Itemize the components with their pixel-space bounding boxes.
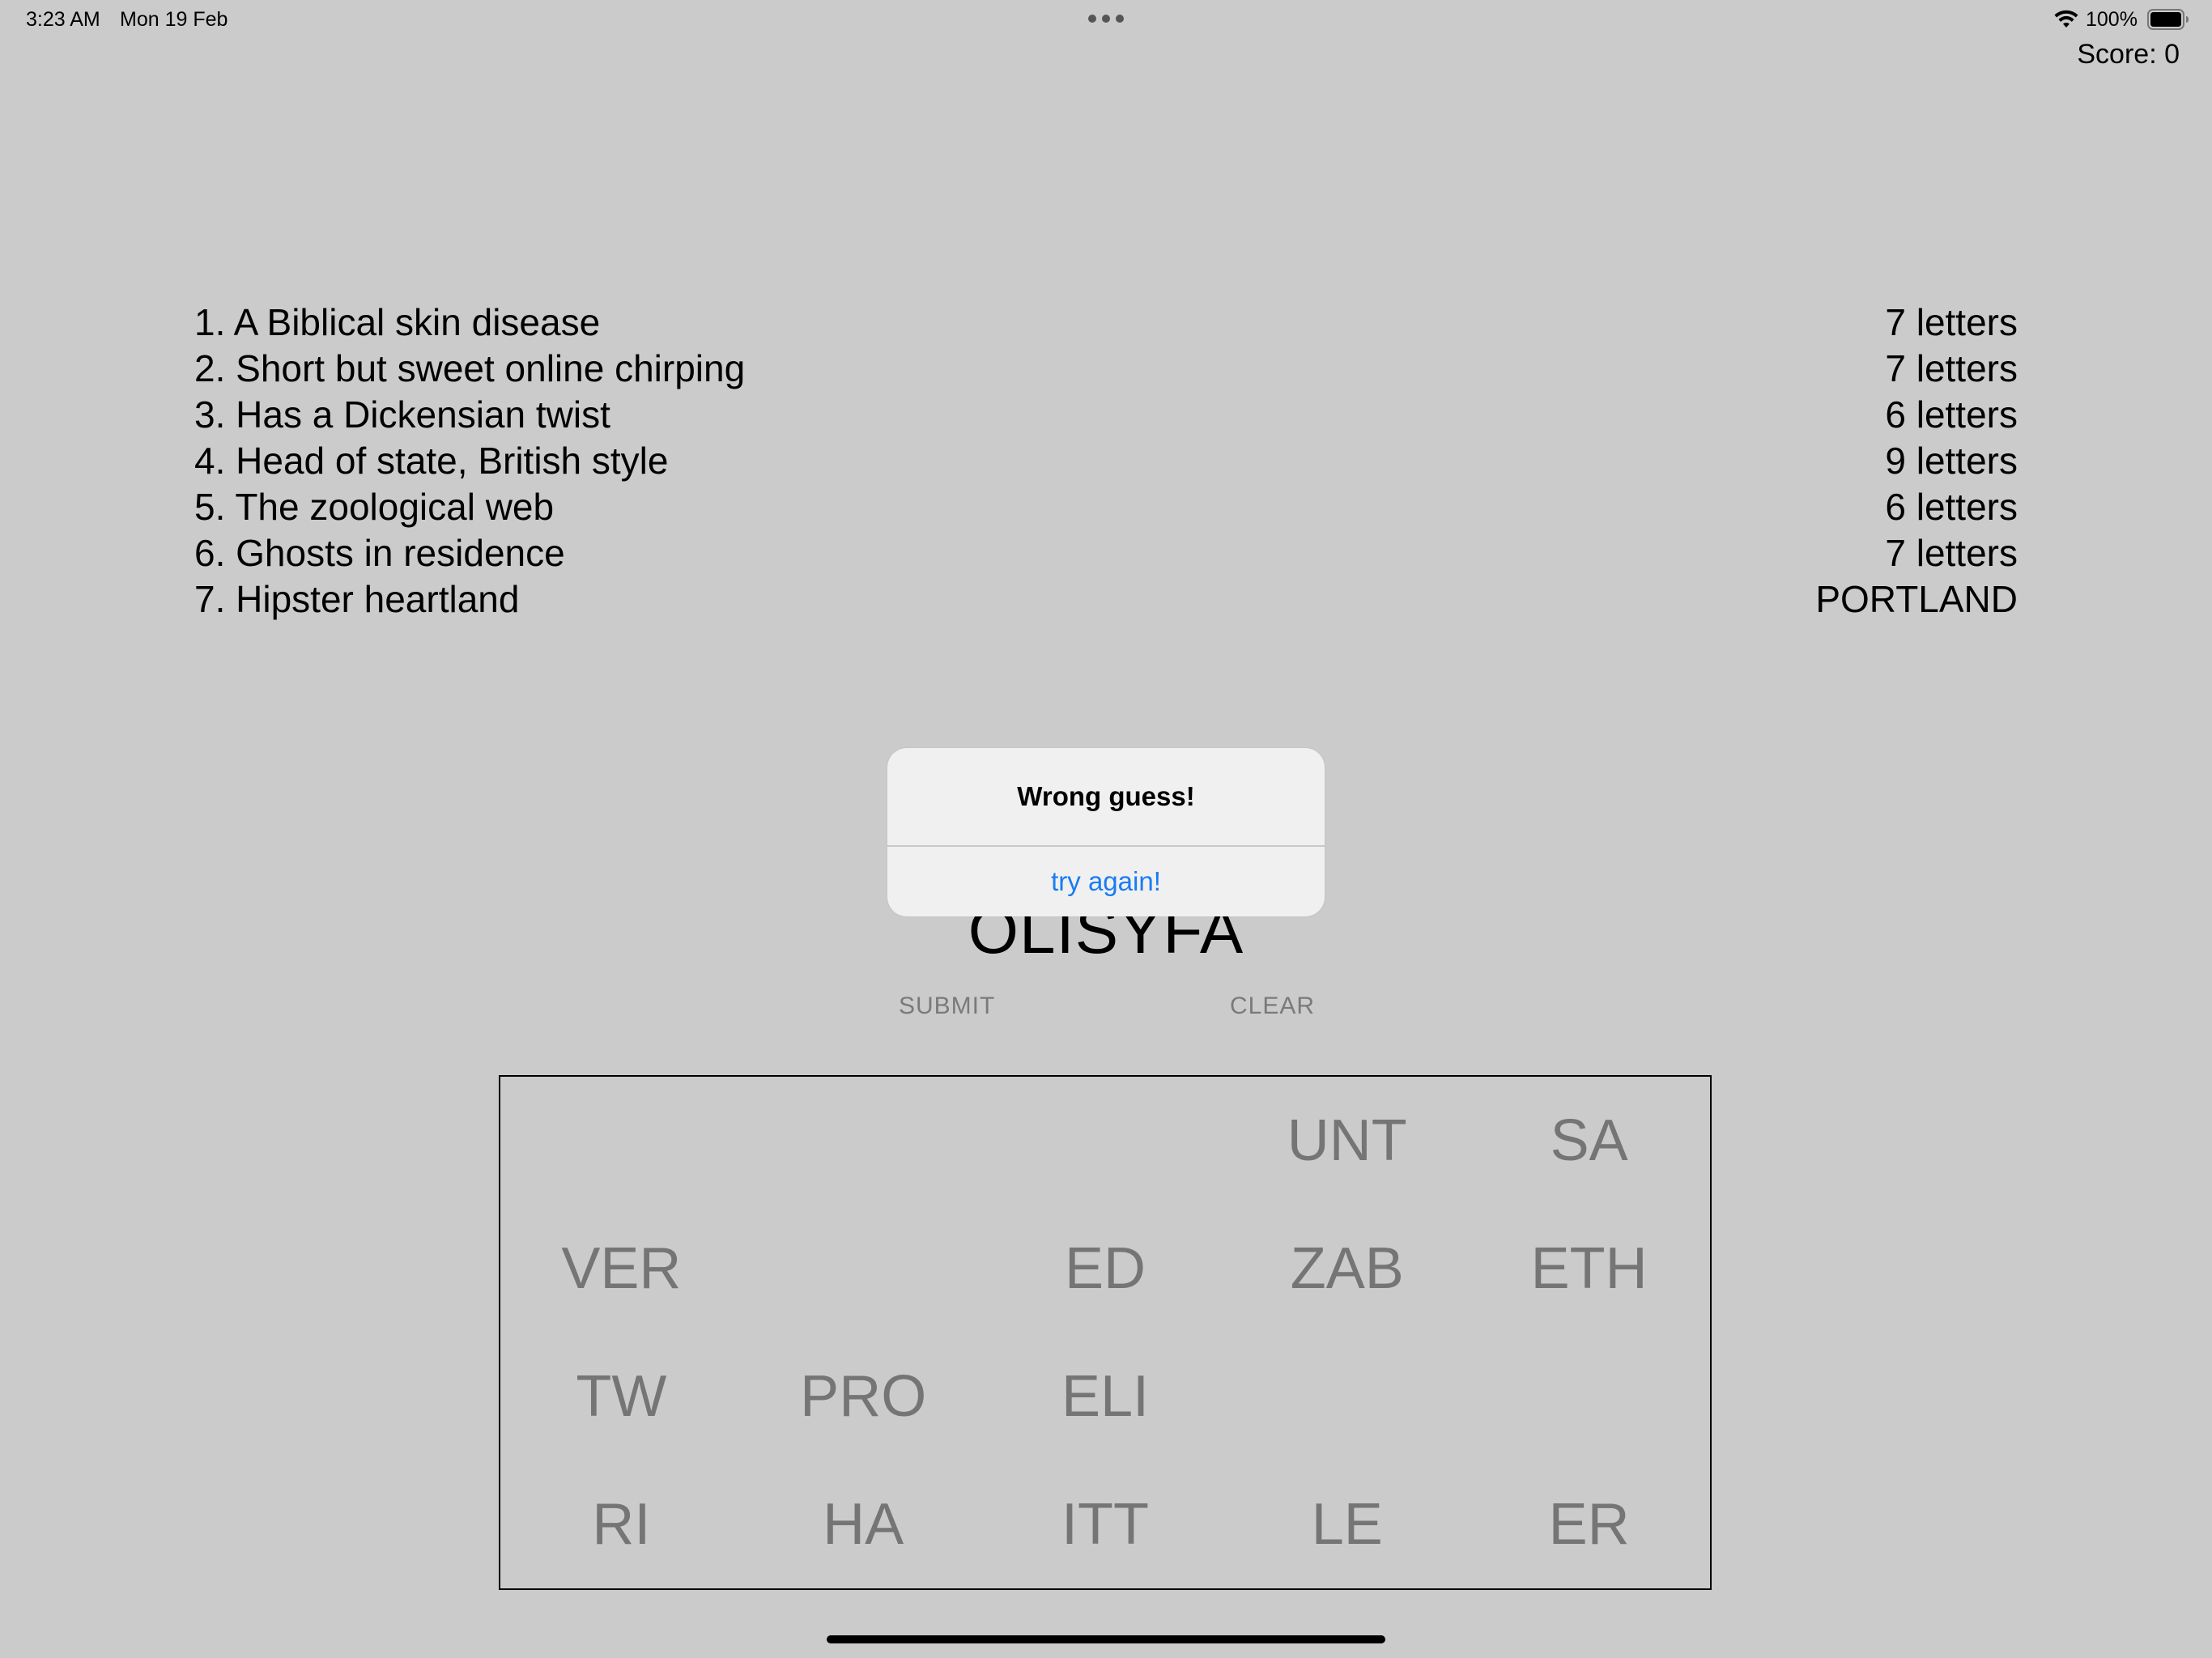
letter-tile[interactable]: ITT (985, 1460, 1227, 1588)
clear-button[interactable]: CLEAR (1230, 993, 1315, 1020)
battery-percentage: 100% (2086, 8, 2138, 31)
letter-tile[interactable]: TW (500, 1333, 742, 1460)
status-time: 3:23 AM (26, 8, 100, 31)
clue-answer: 7 letters (1885, 532, 2018, 574)
score-label: Score: 0 (2077, 39, 2180, 70)
clue-answer: 7 letters (1885, 301, 2018, 343)
clue-row: 5. The zoological web 6 letters (194, 484, 2018, 530)
battery-icon (2147, 9, 2189, 30)
home-indicator[interactable] (827, 1635, 1385, 1643)
clue-answer: PORTLAND (1815, 578, 2018, 620)
letter-tile[interactable] (1468, 1333, 1710, 1460)
clue-text: 6. Ghosts in residence (194, 532, 565, 574)
letter-tile[interactable]: UNT (1226, 1077, 1468, 1205)
letter-tile[interactable] (742, 1077, 985, 1205)
letter-tile[interactable] (1226, 1333, 1468, 1460)
letter-tile[interactable] (500, 1077, 742, 1205)
clue-row: 4. Head of state, British style 9 letter… (194, 438, 2018, 484)
clue-answer: 6 letters (1885, 393, 2018, 436)
clue-text: 5. The zoological web (194, 486, 555, 528)
letter-tile[interactable]: ER (1468, 1460, 1710, 1588)
letter-tile[interactable]: PRO (742, 1333, 985, 1460)
multitasking-dots-icon[interactable] (1088, 13, 1124, 24)
letter-tile[interactable]: RI (500, 1460, 742, 1588)
letter-tile[interactable]: ETH (1468, 1205, 1710, 1333)
clue-text: 4. Head of state, British style (194, 440, 669, 482)
clue-text: 1. A Biblical skin disease (194, 301, 601, 343)
letter-tile[interactable]: ED (985, 1205, 1227, 1333)
clue-row: 6. Ghosts in residence 7 letters (194, 530, 2018, 576)
letter-tile[interactable]: ELI (985, 1333, 1227, 1460)
try-again-button[interactable]: try again! (887, 847, 1325, 916)
clue-row: 2. Short but sweet online chirping 7 let… (194, 346, 2018, 392)
letter-tile[interactable] (742, 1205, 985, 1333)
clue-answer: 7 letters (1885, 347, 2018, 389)
clue-text: 3. Has a Dickensian twist (194, 393, 610, 436)
letter-tile[interactable] (985, 1077, 1227, 1205)
clue-text: 2. Short but sweet online chirping (194, 347, 746, 389)
clue-list: 1. A Biblical skin disease 7 letters 2. … (194, 300, 2018, 623)
clue-row: 3. Has a Dickensian twist 6 letters (194, 392, 2018, 438)
tile-grid: UNT SA VER ED ZAB ETH TW PRO ELI RI HA I… (499, 1075, 1712, 1590)
alert-title: Wrong guess! (1017, 781, 1195, 811)
clue-row: 7. Hipster heartland PORTLAND (194, 576, 2018, 623)
wifi-icon (2054, 10, 2078, 28)
clue-answer: 6 letters (1885, 486, 2018, 528)
letter-tile[interactable]: LE (1226, 1460, 1468, 1588)
clue-row: 1. A Biblical skin disease 7 letters (194, 300, 2018, 346)
letter-tile[interactable]: VER (500, 1205, 742, 1333)
letter-tile[interactable]: SA (1468, 1077, 1710, 1205)
status-date: Mon 19 Feb (120, 8, 228, 31)
letter-tile[interactable]: ZAB (1226, 1205, 1468, 1333)
letter-tile[interactable]: HA (742, 1460, 985, 1588)
clue-answer: 9 letters (1885, 440, 2018, 482)
clue-text: 7. Hipster heartland (194, 578, 520, 620)
alert-dialog: Wrong guess! try again! (887, 748, 1325, 916)
submit-button[interactable]: SUBMIT (899, 993, 995, 1020)
